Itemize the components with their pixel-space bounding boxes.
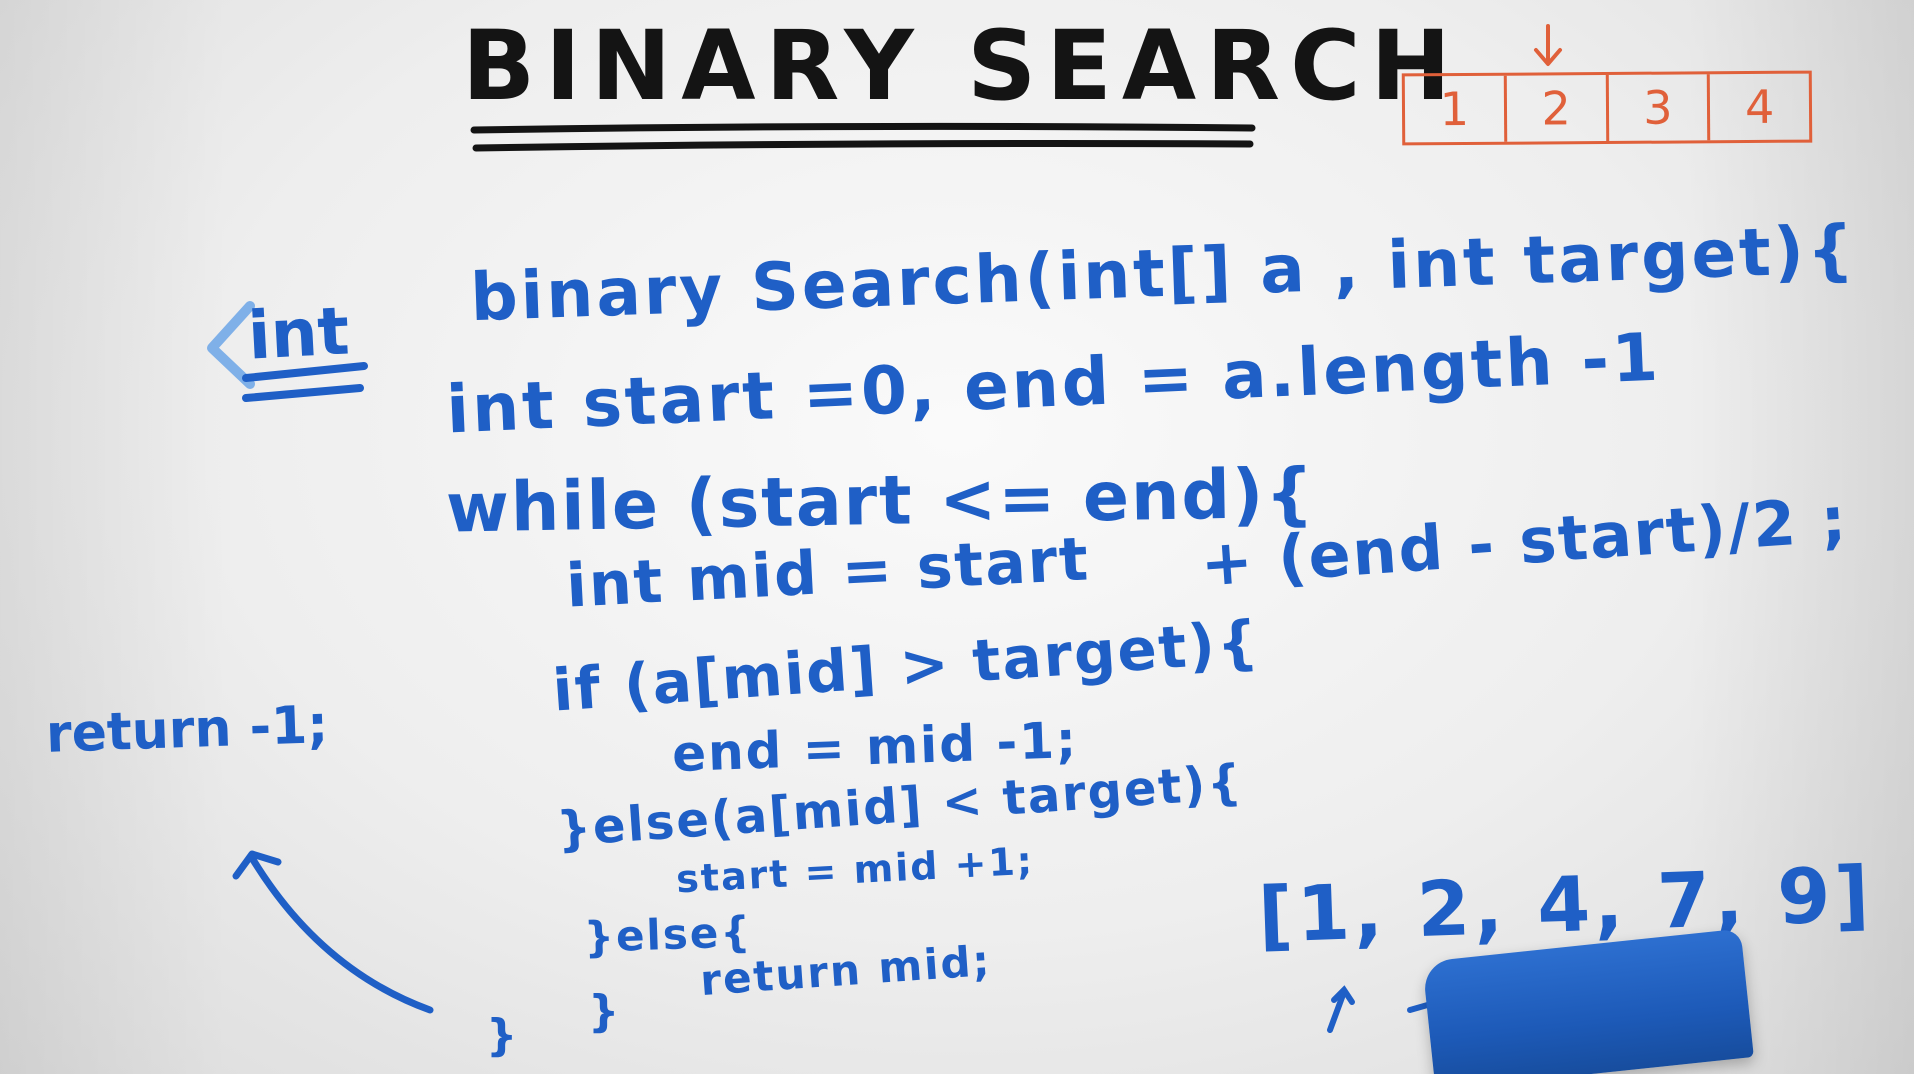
board-title: BINARY SEARCH — [462, 10, 1461, 122]
array-cell: 2 — [1506, 74, 1609, 142]
whiteboard: BINARY SEARCH 1 2 3 4 int binary Search(… — [0, 0, 1914, 1074]
title-underline — [470, 122, 1256, 152]
down-arrow-icon — [1534, 24, 1562, 66]
return-type-underline — [242, 362, 368, 402]
array-cell: 3 — [1608, 74, 1711, 141]
code-line-signature: binary Search(int[] a , int target){ — [469, 210, 1859, 337]
code-line-close-else: } — [588, 986, 622, 1037]
code-line-if: if (a[mid] > target){ — [550, 607, 1263, 725]
curved-arrow-icon — [232, 850, 434, 1014]
side-return-note: return -1; — [45, 695, 330, 765]
array-cell: 4 — [1744, 79, 1775, 135]
array-diagram: 1 2 3 4 — [1401, 70, 1813, 146]
code-line-init: int start =0, end = a.length -1 — [444, 318, 1663, 449]
example-array: [1, 2, 4, 7, 9] — [1256, 849, 1875, 960]
array-cell: 1 — [1404, 75, 1507, 143]
code-line-start-assign: start = mid +1; — [675, 838, 1036, 902]
code-line-close-while: } — [486, 1010, 520, 1061]
